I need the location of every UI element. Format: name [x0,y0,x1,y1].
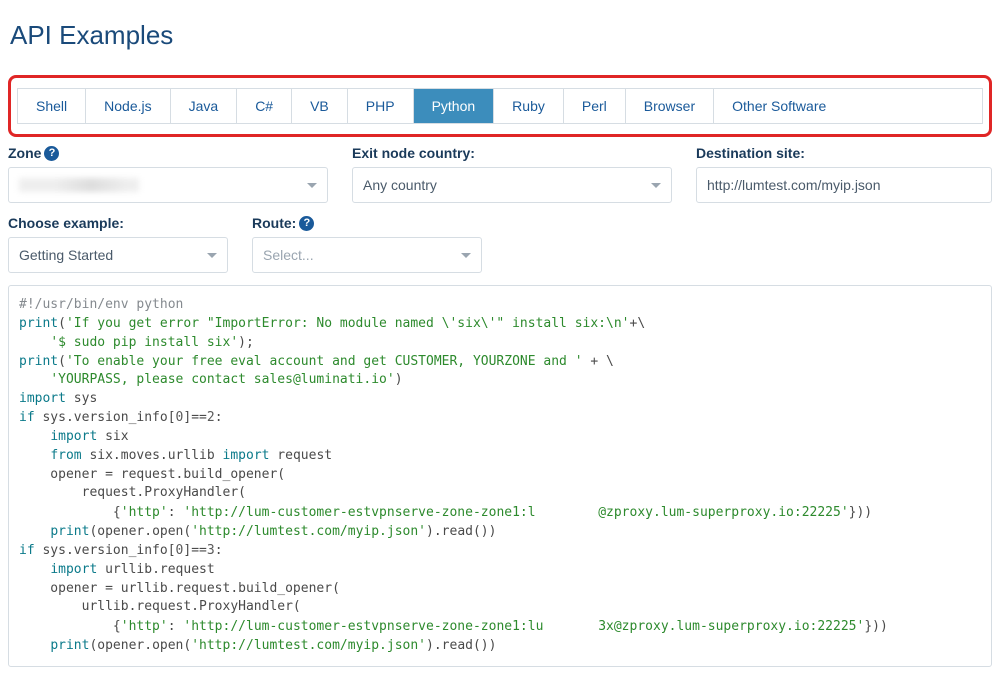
tab-other-software[interactable]: Other Software [714,89,844,123]
tab-php[interactable]: PHP [348,89,414,123]
destination-label: Destination site: [696,145,992,161]
route-label: Route: ? [252,215,482,231]
exit-node-label: Exit node country: [352,145,672,161]
tabs-highlight-box: Shell Node.js Java C# VB PHP Python Ruby… [8,75,992,137]
zone-label: Zone ? [8,145,328,161]
help-icon[interactable]: ? [299,216,314,231]
tab-ruby[interactable]: Ruby [494,89,564,123]
zone-select[interactable] [8,167,328,203]
tab-nodejs[interactable]: Node.js [86,89,170,123]
tab-shell[interactable]: Shell [18,89,86,123]
example-value: Getting Started [19,247,113,263]
tab-csharp[interactable]: C# [237,89,292,123]
chevron-down-icon [651,183,661,188]
code-panel: #!/usr/bin/env python print('If you get … [8,285,992,667]
destination-input[interactable] [696,167,992,203]
page-title: API Examples [10,20,992,51]
chevron-down-icon [307,183,317,188]
tab-vb[interactable]: VB [292,89,348,123]
zone-value [19,178,139,192]
language-tabs: Shell Node.js Java C# VB PHP Python Ruby… [17,88,983,124]
tab-browser[interactable]: Browser [626,89,714,123]
tab-java[interactable]: Java [171,89,238,123]
exit-node-select[interactable]: Any country [352,167,672,203]
code-block[interactable]: #!/usr/bin/env python print('If you get … [19,296,981,656]
tab-perl[interactable]: Perl [564,89,626,123]
route-select[interactable]: Select... [252,237,482,273]
exit-node-value: Any country [363,177,437,193]
chevron-down-icon [207,253,217,258]
route-placeholder: Select... [263,247,314,263]
example-label: Choose example: [8,215,228,231]
example-select[interactable]: Getting Started [8,237,228,273]
tab-python[interactable]: Python [414,89,495,123]
chevron-down-icon [461,253,471,258]
help-icon[interactable]: ? [44,146,59,161]
